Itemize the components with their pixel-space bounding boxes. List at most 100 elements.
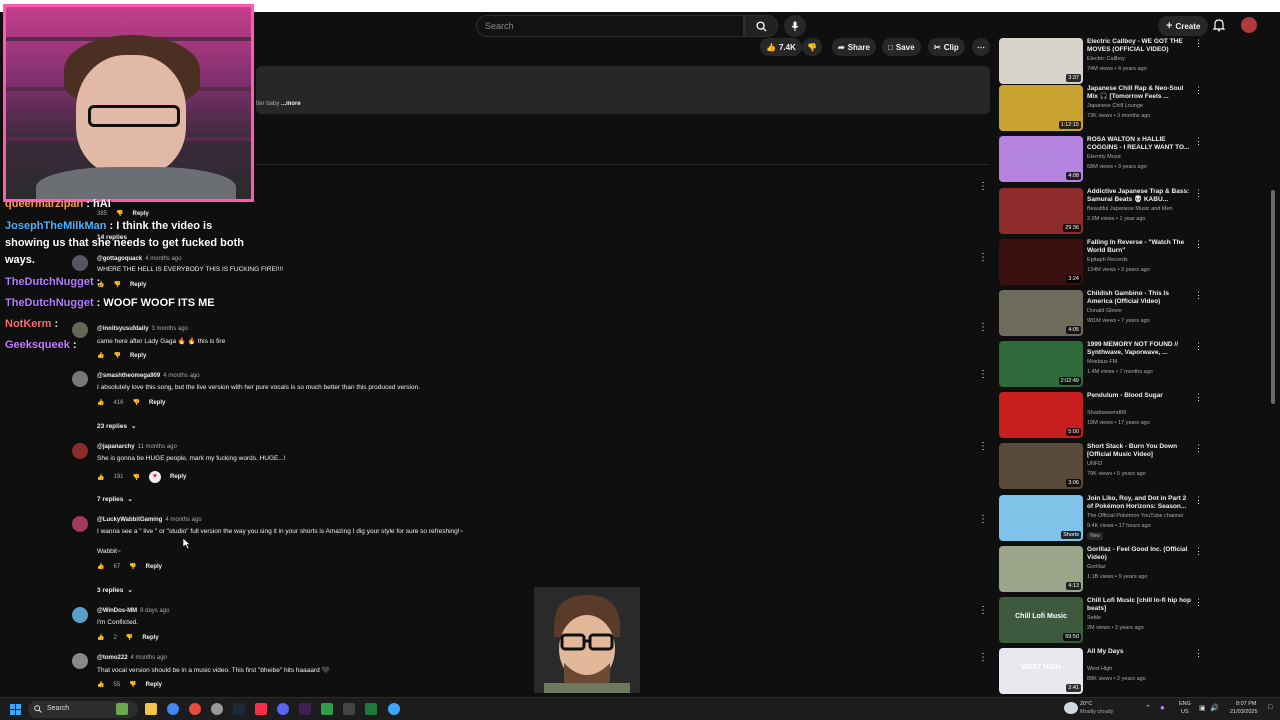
comment-author[interactable]: @japanarchy 11 months ago xyxy=(97,444,177,450)
volume-icon[interactable]: 🔊 xyxy=(1210,704,1219,712)
thumbs-up-icon[interactable]: 👍 xyxy=(97,352,104,359)
reply-button[interactable]: Reply xyxy=(170,474,186,480)
page-scrollbar[interactable] xyxy=(1271,190,1275,404)
channel-name[interactable]: Epitaph Records xyxy=(1087,257,1128,263)
thumbs-down-icon[interactable]: 👎 xyxy=(126,634,133,641)
comment-menu-icon[interactable]: ⋮ xyxy=(978,514,988,525)
comment-menu-icon[interactable]: ⋮ xyxy=(978,652,988,663)
video-thumbnail[interactable]: 1:12:15 xyxy=(999,85,1083,131)
search-input[interactable]: Search xyxy=(476,15,744,37)
video-menu-icon[interactable]: ⋮ xyxy=(1194,495,1203,506)
video-menu-icon[interactable]: ⋮ xyxy=(1194,85,1203,96)
comment-avatar[interactable] xyxy=(72,516,88,532)
dislike-icon[interactable]: 👎 xyxy=(116,210,123,217)
comment-menu-icon[interactable]: ⋮ xyxy=(978,441,988,452)
reply-button[interactable]: Reply xyxy=(133,211,149,217)
search-button[interactable] xyxy=(744,15,778,37)
like-button[interactable]: 👍 7.4K xyxy=(760,38,802,56)
comment-avatar[interactable] xyxy=(72,371,88,387)
network-icon[interactable]: ▣ xyxy=(1199,704,1206,712)
comment-author-name[interactable]: @tomo222 xyxy=(97,655,128,661)
more-actions-button[interactable]: ⋯ xyxy=(972,38,990,56)
recommended-video[interactable]: 4:08 ROSA WALTON x HALLIE COGGINS - I REA… xyxy=(999,136,1205,184)
recommended-video[interactable]: 1:12:15 Japanese Chill Rap & Neo-Soul Mix… xyxy=(999,85,1205,133)
clock-time[interactable]: 8:07 PM xyxy=(1236,701,1256,707)
channel-name[interactable]: Settle xyxy=(1087,615,1101,621)
video-title[interactable]: Japanese Chill Rap & Neo-Soul Mix 🎧 [Tom… xyxy=(1087,85,1193,101)
app-icon[interactable] xyxy=(343,703,355,715)
comment-menu-icon[interactable]: ⋮ xyxy=(978,181,988,192)
channel-name[interactable]: The Official Pokémon YouTube channel xyxy=(1087,513,1183,519)
notification-center-icon[interactable]: □ xyxy=(1268,704,1272,711)
comment-author-name[interactable]: @WinDos-MM xyxy=(97,608,137,614)
video-thumbnail[interactable]: Shorts xyxy=(999,495,1083,541)
windows-start-icon[interactable] xyxy=(10,704,21,715)
thumbs-down-icon[interactable]: 👎 xyxy=(113,352,120,359)
comment-author[interactable]: @smashtheomega909 4 months ago xyxy=(97,373,200,379)
channel-name[interactable]: Donald Glover xyxy=(1087,308,1122,314)
tray-chevron-icon[interactable]: ⌃ xyxy=(1145,704,1151,712)
clock-date[interactable]: 21/03/2025 xyxy=(1230,709,1258,715)
voice-search-button[interactable] xyxy=(784,15,806,37)
comment-avatar[interactable] xyxy=(72,653,88,669)
recommended-video[interactable]: 4:13 Gorillaz - Feel Good Inc. (Official … xyxy=(999,546,1205,594)
reply-button[interactable]: Reply xyxy=(130,353,146,359)
video-thumbnail[interactable]: 2:02:49 xyxy=(999,341,1083,387)
comment-menu-icon[interactable]: ⋮ xyxy=(978,252,988,263)
task-view-icon[interactable] xyxy=(116,703,128,715)
video-thumbnail[interactable]: 4:05 xyxy=(999,290,1083,336)
video-thumbnail[interactable]: WEST HIGH 2:41 xyxy=(999,648,1083,694)
app-icon[interactable] xyxy=(365,703,377,715)
channel-name[interactable]: Eternity Music xyxy=(1087,154,1122,160)
video-menu-icon[interactable]: ⋮ xyxy=(1194,648,1203,659)
comment-avatar[interactable] xyxy=(72,255,88,271)
video-menu-icon[interactable]: ⋮ xyxy=(1194,136,1203,147)
video-title[interactable]: Addictive Japanese Trap & Bass: Samurai … xyxy=(1087,188,1193,204)
recommended-video[interactable]: 3:06 Short Stack - Burn You Down [Officia… xyxy=(999,443,1205,491)
comment-author-name[interactable]: @LuckyWabbitGaming xyxy=(97,517,162,523)
video-title[interactable]: Join Liko, Roy, and Dot in Part 2 of Pok… xyxy=(1087,495,1193,511)
recommended-video[interactable]: Chill Lofi Music 59:50 Chill Lofi Music [c… xyxy=(999,597,1205,645)
channel-name[interactable]: Moebius FM xyxy=(1087,359,1117,365)
account-avatar[interactable] xyxy=(1241,17,1257,33)
channel-name[interactable]: West High xyxy=(1087,666,1112,672)
video-title[interactable]: 1999 MEMORY NOT FOUND // Synthwave, Vapo… xyxy=(1087,341,1193,357)
clip-button[interactable]: ✂ Clip xyxy=(928,38,965,56)
video-menu-icon[interactable]: ⋮ xyxy=(1194,38,1203,49)
thumbs-down-icon[interactable]: 👎 xyxy=(129,681,136,688)
comment-avatar[interactable] xyxy=(72,322,88,338)
video-thumbnail[interactable]: 29:36 xyxy=(999,188,1083,234)
video-title[interactable]: All My Days xyxy=(1087,648,1193,656)
video-title[interactable]: Childish Gambino - This Is America (Offi… xyxy=(1087,290,1193,306)
file-explorer-icon[interactable] xyxy=(145,703,157,715)
comment-menu-icon[interactable]: ⋮ xyxy=(978,605,988,616)
like-count[interactable]: 385 xyxy=(97,211,107,217)
video-menu-icon[interactable]: ⋮ xyxy=(1194,341,1203,352)
dislike-button[interactable]: 👎 xyxy=(802,38,822,56)
video-title[interactable]: Gorillaz - Feel Good Inc. (Official Vide… xyxy=(1087,546,1193,562)
video-title[interactable]: ROSA WALTON x HALLIE COGGINS - I REALLY … xyxy=(1087,136,1193,152)
reply-button[interactable]: Reply xyxy=(130,282,146,288)
comment-author-name[interactable]: @japanarchy xyxy=(97,444,135,450)
replies-toggle[interactable]: 23 replies ⌄ xyxy=(97,422,136,431)
comment-avatar[interactable] xyxy=(72,607,88,623)
video-thumbnail[interactable]: 3:37 xyxy=(999,38,1083,84)
video-menu-icon[interactable]: ⋮ xyxy=(1194,188,1203,199)
video-title[interactable]: Chill Lofi Music [chill lo-fi hip hop be… xyxy=(1087,597,1193,613)
recommended-video[interactable]: 5:00 Pendulum - Blood Sugar Shadowwend68 19… xyxy=(999,392,1205,440)
comment-author-name[interactable]: @gottagoquack xyxy=(97,256,142,262)
video-thumbnail[interactable]: Chill Lofi Music 59:50 xyxy=(999,597,1083,643)
comment-author[interactable]: @LuckyWabbitGaming 4 months ago xyxy=(97,517,202,523)
thumbs-up-icon[interactable]: 👍 xyxy=(97,681,104,688)
app-icon[interactable] xyxy=(299,703,311,715)
channel-name[interactable]: Beautiful Japanese Music and Men xyxy=(1087,206,1173,212)
share-button[interactable]: ➦ Share xyxy=(832,38,876,56)
app-icon[interactable] xyxy=(189,703,201,715)
video-title[interactable]: Electric Callboy - WE GOT THE MOVES (OFF… xyxy=(1087,38,1193,54)
comment-author[interactable]: @WinDos-MM 8 days ago xyxy=(97,608,169,614)
steam-icon[interactable] xyxy=(233,703,245,715)
channel-name[interactable]: Shadowwend68 xyxy=(1087,410,1126,416)
notifications-bell-icon[interactable] xyxy=(1212,18,1226,32)
thumbs-down-icon[interactable]: 👎 xyxy=(113,281,120,288)
replies-toggle[interactable]: 7 replies ⌄ xyxy=(97,495,133,504)
